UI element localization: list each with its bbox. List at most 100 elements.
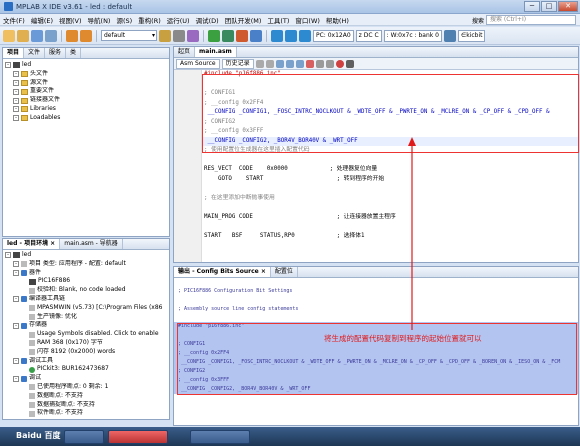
tree-row[interactable]: - 调试工具: [5, 357, 167, 366]
tree-row[interactable]: - 项目 类型: 应用程序 - 配置: default: [5, 260, 167, 269]
code-line[interactable]: 14; 在这里添加中断抛事使用: [202, 194, 578, 204]
undo-icon[interactable]: [66, 29, 78, 42]
expand-toggle-icon[interactable]: -: [13, 357, 19, 364]
bookmark-icon[interactable]: [305, 59, 314, 68]
tree-row[interactable]: - led: [5, 251, 167, 260]
panel-tab[interactable]: main.asm: [195, 47, 237, 57]
expand-toggle-icon[interactable]: -: [13, 322, 19, 329]
step-into-icon[interactable]: [285, 29, 297, 42]
code-line[interactable]: 16MAIN_PROG CODE ; 让连接器放置主程序: [202, 213, 578, 223]
search-input[interactable]: 搜索 (Ctrl+I): [486, 15, 576, 25]
output-line[interactable]: [174, 278, 578, 287]
panel-tab[interactable]: 起页: [174, 47, 196, 57]
find-prev-icon[interactable]: [285, 59, 294, 68]
menu-item[interactable]: 源(S): [113, 15, 135, 25]
menu-item[interactable]: 调试(D): [193, 15, 222, 25]
menu-item[interactable]: 团队开发(M): [222, 15, 265, 25]
save-all-icon[interactable]: [45, 29, 57, 42]
expand-toggle-icon[interactable]: -: [13, 106, 19, 113]
expand-toggle-icon[interactable]: -: [13, 71, 19, 78]
panel-tab[interactable]: 项目: [3, 48, 25, 58]
menu-item[interactable]: 运行(U): [164, 15, 193, 25]
expand-toggle-icon[interactable]: -: [13, 296, 19, 303]
redo-icon[interactable]: [80, 29, 92, 42]
find-icon[interactable]: [275, 59, 284, 68]
taskbar-item-2[interactable]: [108, 430, 168, 444]
panel-tab[interactable]: 类: [66, 48, 82, 58]
tree-row[interactable]: 校验和: Blank, no code loaded: [5, 286, 167, 295]
tree-row[interactable]: 生产镜像: 优化: [5, 313, 167, 322]
program-device-icon[interactable]: [222, 29, 234, 42]
shift-right-icon[interactable]: [325, 59, 334, 68]
menu-item[interactable]: 重构(R): [135, 15, 164, 25]
output-line[interactable]: ; PIC16F886 Configuration Bit Settings: [174, 287, 578, 296]
tree-row[interactable]: - 编译器工具链: [5, 295, 167, 304]
taskbar-item-3[interactable]: [190, 430, 250, 444]
code-line[interactable]: 18START BSF STATUS,RP0 ; 选择体1: [202, 232, 578, 242]
tree-row[interactable]: - 存储器: [5, 321, 167, 330]
tree-row[interactable]: - Loadables: [5, 114, 167, 123]
output-line[interactable]: [174, 296, 578, 305]
new-file-icon[interactable]: [3, 29, 15, 42]
tree-row[interactable]: - 调试: [5, 374, 167, 383]
code-line[interactable]: 15: [202, 203, 578, 213]
run-icon[interactable]: [208, 29, 220, 42]
menu-item[interactable]: 导航(N): [85, 15, 114, 25]
tree-row[interactable]: - led: [5, 61, 167, 70]
record-macro-icon[interactable]: [335, 59, 344, 68]
step-over-icon[interactable]: [271, 29, 283, 42]
code-line[interactable]: 11RES_VECT CODE 0x0000 ; 处理器复位向量: [202, 165, 578, 175]
config-select[interactable]: default: [101, 30, 157, 41]
device-icon[interactable]: [443, 29, 456, 42]
panel-tab[interactable]: 配置位: [271, 267, 298, 277]
expand-toggle-icon[interactable]: -: [13, 115, 19, 122]
taskbar-item-1[interactable]: [64, 430, 104, 444]
tree-row[interactable]: 闪存 8192 (0x2000) words: [5, 348, 167, 357]
build-icon[interactable]: [159, 29, 171, 42]
forward-icon[interactable]: [265, 59, 274, 68]
menu-item[interactable]: 视图(V): [56, 15, 85, 25]
close-button[interactable]: ✕: [558, 1, 578, 12]
code-line[interactable]: 13: [202, 184, 578, 194]
menu-item[interactable]: 帮助(H): [323, 15, 352, 25]
tree-row[interactable]: - 器件: [5, 269, 167, 278]
menu-item[interactable]: 编辑(E): [28, 15, 56, 25]
tree-row[interactable]: - 源文件: [5, 79, 167, 88]
code-line[interactable]: 12 GOTO START ; 转到程序的开始: [202, 175, 578, 185]
tree-row[interactable]: MPASMWIN (v5.73) [C:\Program Files (x86: [5, 304, 167, 313]
expand-toggle-icon[interactable]: -: [13, 97, 19, 104]
expand-toggle-icon[interactable]: -: [5, 62, 11, 69]
step-out-icon[interactable]: [299, 29, 311, 42]
minimize-button[interactable]: ─: [524, 1, 540, 12]
expand-toggle-icon[interactable]: -: [13, 79, 19, 86]
tree-row[interactable]: 数据捕捉断点: 不支持: [5, 401, 167, 410]
maximize-button[interactable]: □: [541, 1, 557, 12]
debug-icon[interactable]: [250, 29, 262, 42]
tree-row[interactable]: - 重要文件: [5, 87, 167, 96]
panel-tab[interactable]: 输出 - Config Bits Source ×: [174, 267, 271, 277]
tree-row[interactable]: 已使用程序断点: 0 剩余: 1: [5, 383, 167, 392]
expand-toggle-icon[interactable]: -: [13, 269, 19, 276]
shift-left-icon[interactable]: [315, 59, 324, 68]
code-line[interactable]: 10: [202, 156, 578, 166]
panel-tab[interactable]: 文件: [24, 48, 46, 58]
tree-row[interactable]: RAM 368 (0x170) 字节: [5, 339, 167, 348]
output-line[interactable]: ; Assembly source line config statements: [174, 305, 578, 314]
tree-row[interactable]: - 链接器文件: [5, 96, 167, 105]
open-project-icon[interactable]: [17, 29, 29, 42]
menu-item[interactable]: 工具(T): [264, 15, 292, 25]
menu-item[interactable]: 窗口(W): [292, 15, 323, 25]
find-next-icon[interactable]: [295, 59, 304, 68]
expand-toggle-icon[interactable]: -: [13, 88, 19, 95]
tree-row[interactable]: 数据断点: 不支持: [5, 392, 167, 401]
back-icon[interactable]: [255, 59, 264, 68]
expand-toggle-icon[interactable]: -: [5, 252, 11, 259]
tab-asm-source[interactable]: Asm Source: [176, 58, 220, 69]
code-line[interactable]: 17: [202, 222, 578, 232]
tree-row[interactable]: Usage Symbols disabled. Click to enable: [5, 330, 167, 339]
stop-macro-icon[interactable]: [345, 59, 354, 68]
tree-row[interactable]: - 头文件: [5, 70, 167, 79]
tree-row[interactable]: PICkit3: BUR162473687: [5, 365, 167, 374]
panel-tab[interactable]: main.asm - 导航器: [60, 239, 123, 249]
build-hammer-icon[interactable]: [187, 29, 199, 42]
